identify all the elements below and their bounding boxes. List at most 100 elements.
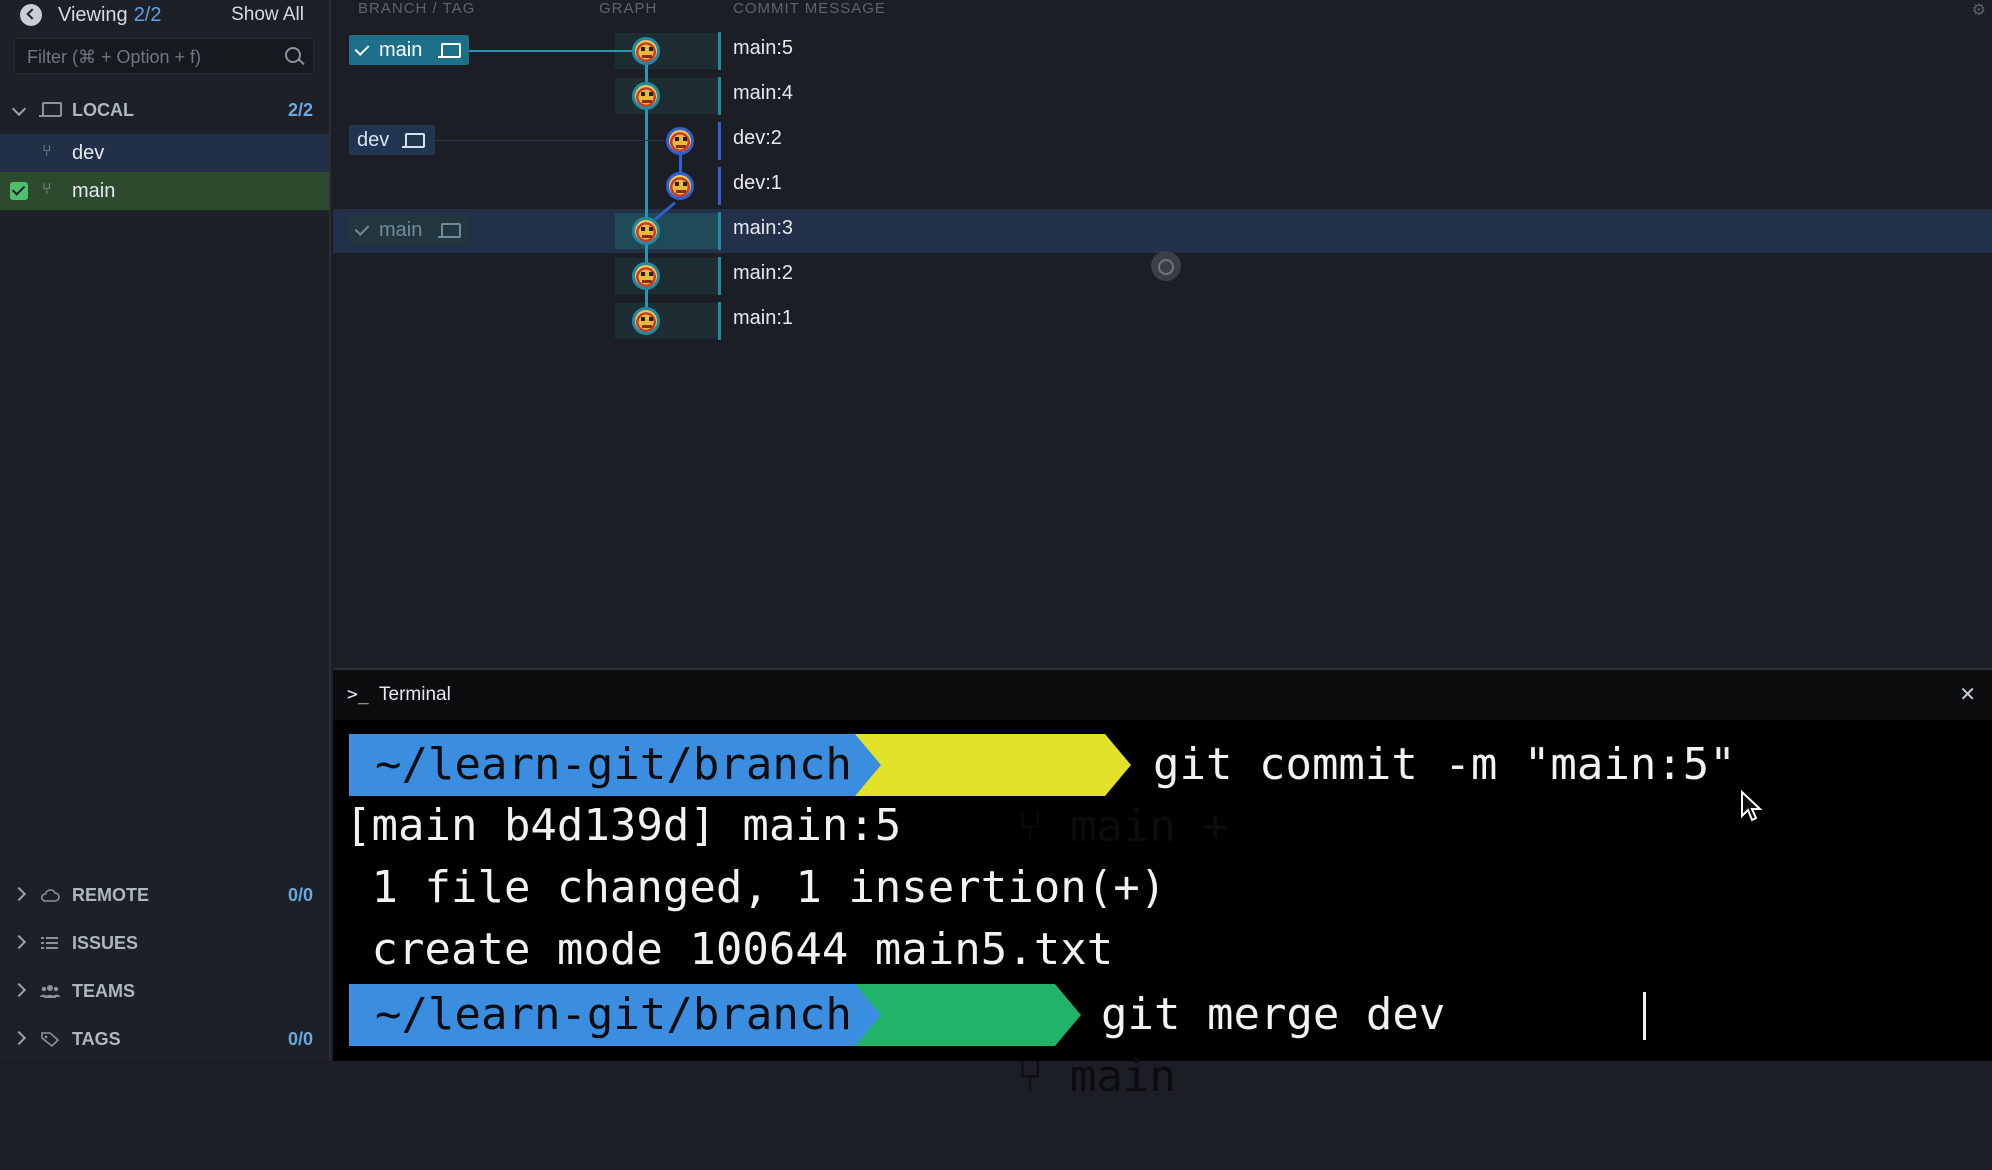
branch-icon: ⑂ [42,181,52,198]
chevron-right-icon[interactable] [11,982,27,998]
terminal-output-line: create mode 100644 main5.txt [345,924,1114,975]
tag-icon [41,1032,60,1047]
commit-avatar-icon[interactable] [666,172,694,200]
prompt-path: ~/learn-git/branch-demo [349,984,984,1046]
gear-icon[interactable]: ⚙ [1972,0,1986,20]
prompt-command: git commit -m "main:5" [1153,739,1736,790]
prompt-branch-label: main [1069,1051,1176,1102]
branch-tag-main-ghost[interactable]: main [349,215,469,245]
commit-avatar-icon[interactable] [666,127,694,155]
section-issues-label: ISSUES [72,933,139,953]
section-local[interactable]: LOCAL 2/2 [0,90,329,130]
prompt-separator [1105,734,1131,796]
commit-message: main:2 [733,262,794,284]
show-all-button[interactable]: Show All [231,4,304,26]
column-header-branch: BRANCH / TAG [358,0,476,17]
column-header-graph: GRAPH [599,0,658,17]
sidebar: Viewing2/2 Show All LOCAL 2/2 ⑂ dev ⑂ ma… [0,0,331,1061]
commit-message: main:4 [733,82,794,104]
commit-row[interactable]: dev:2 [333,119,1992,163]
list-icon [41,937,58,949]
branch-tag-main-head[interactable]: main [349,35,469,65]
close-icon[interactable]: ✕ [1959,682,1976,707]
sidebar-item-main[interactable]: ⑂ main [0,172,329,210]
checkbox-checked-icon[interactable] [10,182,28,200]
graph-lane-band [615,258,720,294]
section-remote-count: 0/0 [287,885,313,905]
lane-color-bar [718,302,721,340]
section-issues[interactable]: ISSUES [0,923,329,963]
section-tags[interactable]: TAGS 0/0 [0,1019,329,1059]
commit-graph-panel: BRANCH / TAG GRAPH COMMIT MESSAGE ⚙ main… [333,0,1992,668]
section-local-count: 2/2 [287,100,313,120]
laptop-icon [438,43,461,58]
prompt-path: ~/learn-git/branch-demo [349,734,984,796]
branch-tag-label: dev [357,129,390,151]
column-header-message: COMMIT MESSAGE [733,0,886,17]
commit-avatar-icon[interactable] [632,217,660,245]
viewing-header: Viewing 2/2 Show All [0,0,329,30]
branch-icon: ⑂ [1016,1051,1070,1102]
filter-input[interactable] [25,39,279,75]
terminal-output-line: 1 file changed, 1 insertion(+) [345,862,1167,913]
commit-avatar-icon[interactable] [632,262,660,290]
branch-tag-label: main [379,39,423,61]
section-remote[interactable]: REMOTE 0/0 [0,875,329,915]
lane-color-bar [718,167,721,205]
commit-row[interactable]: main:4 [333,74,1992,118]
branch-icon: ⑂ [42,143,52,160]
lane-color-bar [718,32,721,70]
prompt-branch-label: main + [1069,801,1229,852]
lane-color-bar [718,122,721,160]
commit-row[interactable]: dev:1 [333,164,1992,208]
branch-icon: ⑂ [1016,801,1070,852]
lane-color-bar [718,257,721,295]
text-caret [1643,992,1646,1040]
chevron-right-icon[interactable] [11,934,27,950]
commit-row-selected[interactable]: main:3 [333,209,1992,253]
check-icon [354,221,370,236]
laptop-icon [402,133,425,148]
prompt-separator [855,734,881,796]
commit-message: main:1 [733,307,794,329]
laptop-icon [438,223,461,238]
branch-tag-label: main [379,219,423,241]
commit-avatar-icon[interactable] [632,82,660,110]
eye-icon[interactable] [1151,251,1181,281]
commit-avatar-icon[interactable] [632,37,660,65]
commit-row[interactable]: main:1 [333,299,1992,343]
filter-box [14,38,314,75]
commit-avatar-icon[interactable] [632,307,660,335]
lane-color-bar [718,212,721,250]
section-teams[interactable]: TEAMS [0,971,329,1011]
chevron-right-icon[interactable] [11,886,27,902]
commit-message: dev:2 [733,127,782,149]
back-arrow-icon[interactable] [20,4,42,26]
viewing-count: 2/2 [133,4,162,26]
chevron-right-icon[interactable] [11,1030,27,1046]
check-icon [354,41,370,56]
sidebar-item-dev[interactable]: ⑂ dev [0,134,329,172]
laptop-icon [39,102,62,117]
prompt-separator [1055,984,1081,1046]
search-icon[interactable] [285,47,301,63]
terminal-panel[interactable]: >_ Terminal ✕ ~/learn-git/branch-demo ⑂ … [333,668,1992,1102]
section-remote-label: REMOTE [72,885,150,905]
sidebar-item-label: dev [72,142,105,164]
terminal-header: >_ Terminal ✕ [333,668,1992,720]
commit-message: main:5 [733,37,794,59]
chevron-down-icon[interactable] [11,101,27,117]
viewing-label: Viewing 2/2 [58,4,162,26]
mouse-pointer-icon [1741,790,1763,822]
lane-color-bar [718,77,721,115]
prompt-separator [855,984,881,1046]
section-tags-label: TAGS [72,1029,121,1049]
cloud-icon [40,889,60,902]
terminal-prompt-icon: >_ [347,684,369,705]
terminal-title: Terminal [379,684,451,705]
commit-message: dev:1 [733,172,782,194]
branch-tag-dev[interactable]: dev [349,125,435,155]
sidebar-item-label: main [72,180,116,202]
terminal-output-line: [main b4d139d] main:5 [345,800,902,851]
prompt-command-input[interactable]: git merge dev [1101,984,1445,1046]
